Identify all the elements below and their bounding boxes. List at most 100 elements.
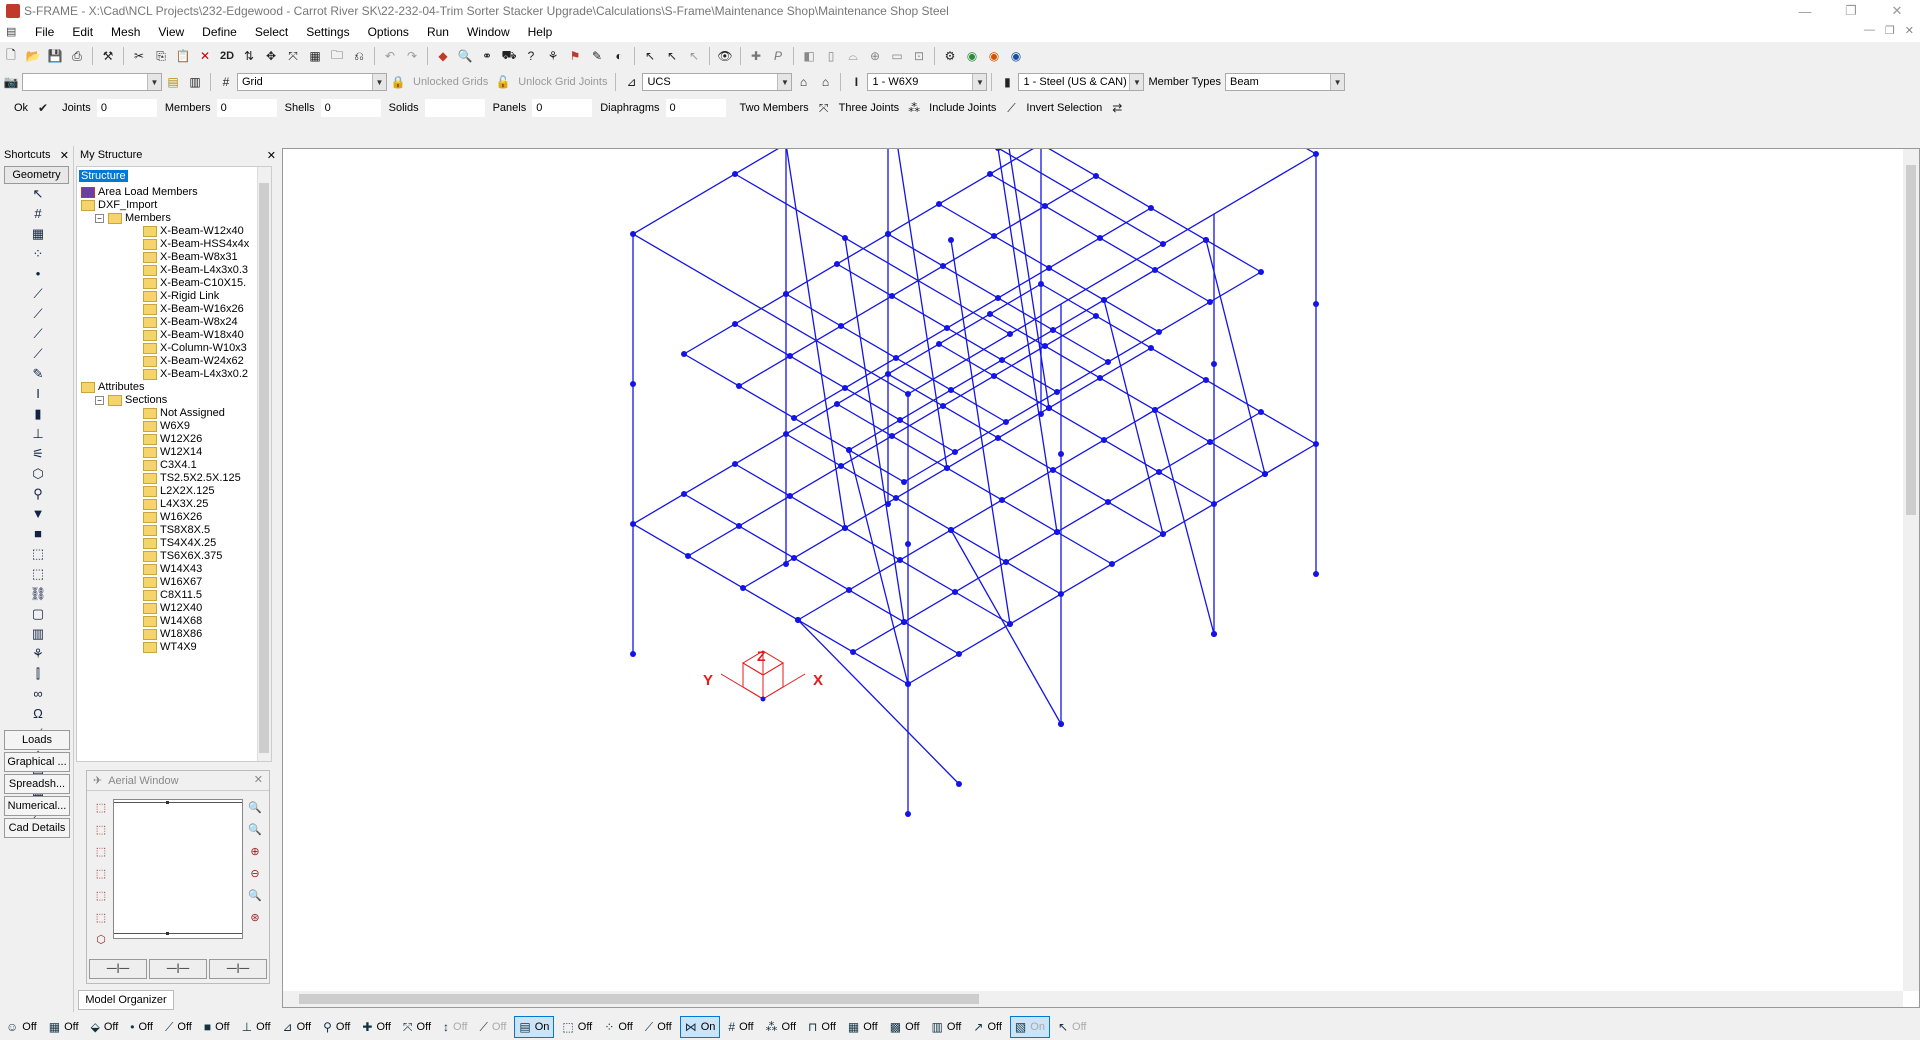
section-combo[interactable]: 1 - W6X9 ▼ — [867, 73, 988, 91]
redo-icon[interactable]: ↷ — [402, 46, 422, 66]
fill-icon[interactable]: ▮ — [26, 406, 50, 426]
menu-view[interactable]: View — [149, 25, 193, 39]
joint-node[interactable] — [1152, 407, 1158, 413]
zoom-all-icon[interactable]: 🔍 — [245, 801, 265, 823]
status-toggle[interactable]: ▦ Off — [844, 1016, 882, 1038]
status-toggle[interactable]: # Off — [724, 1016, 757, 1038]
status-toggle[interactable]: ⊿ Off — [279, 1016, 316, 1038]
zoom-window-icon[interactable]: ⊕ — [865, 46, 885, 66]
box-icon[interactable]: ⬚ — [26, 546, 50, 566]
joint-node[interactable] — [1038, 411, 1044, 417]
joint-node[interactable] — [936, 201, 942, 207]
joint-node[interactable] — [732, 171, 738, 177]
geometry-tab[interactable]: Geometry — [4, 166, 69, 184]
eye-icon[interactable]: 👁 — [715, 46, 735, 66]
joint-node[interactable] — [1156, 469, 1162, 475]
undo-icon[interactable]: ↶ — [380, 46, 400, 66]
joint-node[interactable] — [795, 617, 801, 623]
tree-icon[interactable]: ⚘ — [543, 46, 563, 66]
joint-node[interactable] — [1105, 359, 1111, 365]
tools-icon[interactable]: ⚒ — [98, 46, 118, 66]
orange-circle-icon[interactable]: ◉ — [984, 46, 1004, 66]
joint-node[interactable] — [1160, 531, 1166, 537]
binoculars-icon[interactable]: ⚭ — [477, 46, 497, 66]
joint-node[interactable] — [1152, 267, 1158, 273]
joint-node[interactable] — [1258, 409, 1264, 415]
member-line[interactable] — [938, 343, 1215, 505]
member-line[interactable] — [997, 149, 1058, 533]
shrink-icon[interactable]: ⊡ — [909, 46, 929, 66]
joint-node[interactable] — [952, 449, 958, 455]
joint-node[interactable] — [940, 403, 946, 409]
folder-icon[interactable]: 🗀 — [327, 46, 347, 66]
p-icon[interactable]: P — [768, 46, 788, 66]
joint-node[interactable] — [1058, 451, 1064, 457]
pin-icon[interactable]: ⚲ — [26, 486, 50, 506]
joint-icon[interactable]: • — [26, 266, 50, 286]
joint-node[interactable] — [948, 237, 954, 243]
unlock-grid-joints-label[interactable]: Unlock Grid Joints — [518, 76, 607, 88]
status-toggle[interactable]: • Off — [126, 1016, 157, 1038]
joint-node[interactable] — [999, 497, 1005, 503]
status-toggle[interactable]: ⚲ Off — [319, 1016, 354, 1038]
aerial-close-icon[interactable]: ✕ — [254, 773, 263, 786]
joint-node[interactable] — [952, 589, 958, 595]
joint-node[interactable] — [1211, 631, 1217, 637]
move-icon[interactable]: ✥ — [261, 46, 281, 66]
joint-node[interactable] — [1101, 297, 1107, 303]
joint-node[interactable] — [995, 435, 1001, 441]
joint-node[interactable] — [1058, 721, 1064, 727]
material-combo[interactable]: 1 - Steel (US & CAN) ▼ — [1018, 73, 1145, 91]
layers-icon[interactable]: ▤ — [163, 72, 183, 92]
zoom-out-icon[interactable]: ⊖ — [245, 867, 265, 889]
joint-node[interactable] — [1054, 529, 1060, 535]
model-viewport[interactable]: Y X Z — [282, 148, 1920, 1008]
joint-node[interactable] — [1262, 471, 1268, 477]
color-icon[interactable]: ◐ — [609, 46, 629, 66]
joint-node[interactable] — [991, 233, 997, 239]
joint-node[interactable] — [838, 463, 844, 469]
tree-node[interactable]: X-Beam-L4x3x0.2 — [143, 366, 248, 382]
material-icon[interactable]: ▮ — [997, 72, 1017, 92]
blue-circle-icon[interactable]: ◉ — [1006, 46, 1026, 66]
status-toggle[interactable]: ⟋ Off — [641, 1016, 676, 1038]
support-icon[interactable]: ⊥ — [26, 426, 50, 446]
status-toggle[interactable]: ⬙ Off — [87, 1016, 123, 1038]
menu-help[interactable]: Help — [519, 25, 562, 39]
cad-details-tab[interactable]: Cad Details — [4, 818, 70, 838]
copy-icon[interactable]: ⎘ — [151, 46, 171, 66]
menu-file[interactable]: File — [26, 25, 63, 39]
grid-icon[interactable]: # — [216, 72, 236, 92]
joint-node[interactable] — [1313, 151, 1319, 157]
member2-icon[interactable]: ⟋ — [26, 306, 50, 326]
status-toggle[interactable]: ⋈ On — [679, 1016, 721, 1038]
render-icon[interactable]: ◆ — [433, 46, 453, 66]
joint-node[interactable] — [987, 171, 993, 177]
zoom-prev-icon[interactable]: 🔍 — [245, 823, 265, 845]
select-icon[interactable]: ↖ — [26, 186, 50, 206]
joint-node[interactable] — [1313, 301, 1319, 307]
joint-node[interactable] — [685, 553, 691, 559]
joint-node[interactable] — [783, 561, 789, 567]
cut-icon[interactable]: ✂ — [129, 46, 149, 66]
member-types-combo[interactable]: Beam ▼ — [1225, 73, 1346, 91]
joint-node[interactable] — [885, 501, 891, 507]
wall-icon[interactable]: ▥ — [26, 626, 50, 646]
paste-icon[interactable]: 📋 — [173, 46, 193, 66]
joint-node[interactable] — [630, 231, 636, 237]
menu-settings[interactable]: Settings — [297, 25, 358, 39]
joint-node[interactable] — [995, 295, 1001, 301]
view-2d-button[interactable]: 2D — [217, 46, 237, 66]
member-line[interactable] — [797, 619, 960, 785]
member-line[interactable] — [844, 237, 905, 623]
view-bottom-icon[interactable]: ⬚ — [91, 911, 111, 933]
joint-node[interactable] — [630, 521, 636, 527]
joint-node[interactable] — [905, 681, 911, 687]
member-line[interactable] — [950, 239, 1011, 625]
edit-icon[interactable]: ✎ — [26, 366, 50, 386]
tree-node[interactable]: WT4X9 — [143, 639, 197, 655]
member-line[interactable] — [888, 149, 1164, 245]
graphical-tab[interactable]: Graphical ... — [4, 752, 70, 772]
joint-node[interactable] — [834, 261, 840, 267]
joint-node[interactable] — [740, 585, 746, 591]
